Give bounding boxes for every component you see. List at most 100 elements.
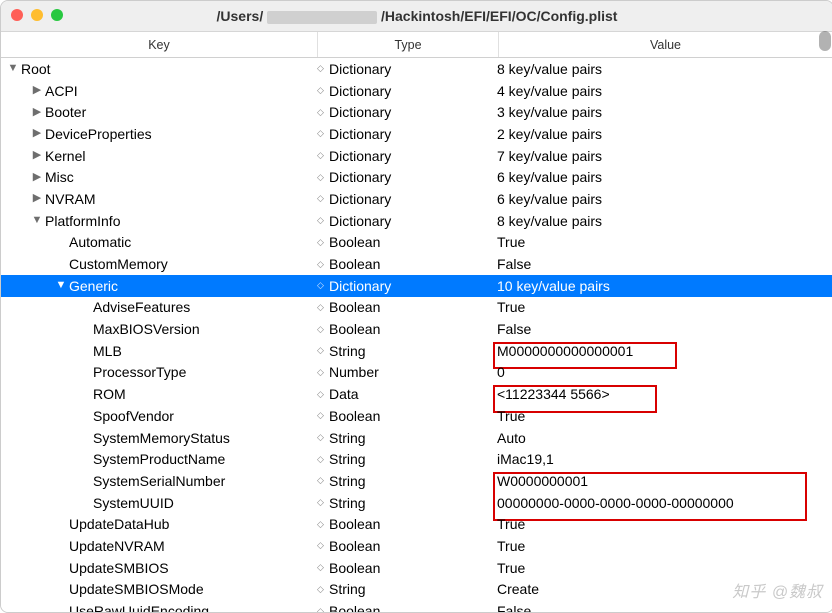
sort-icon: ◇ xyxy=(317,519,325,530)
sort-icon: ◇ xyxy=(317,302,325,313)
plist-row[interactable]: ▶DeviceProperties◇Dictionary2 key/value … xyxy=(1,123,832,145)
plist-row[interactable]: UpdateNVRAM◇BooleanTrue xyxy=(1,535,832,557)
type-label: Boolean xyxy=(329,321,380,337)
plist-row[interactable]: MLB◇StringM0000000000000001 xyxy=(1,340,832,362)
plist-tree[interactable]: ▼Root◇Dictionary8 key/value pairs▶ACPI◇D… xyxy=(1,58,832,612)
type-label: String xyxy=(329,473,366,489)
plist-row[interactable]: SystemProductName◇StringiMac19,1 xyxy=(1,448,832,470)
value-label: False xyxy=(497,321,531,337)
plist-row[interactable]: SystemUUID◇String00000000-0000-0000-0000… xyxy=(1,492,832,514)
type-label: Dictionary xyxy=(329,169,391,185)
close-icon[interactable] xyxy=(11,9,23,21)
plist-row[interactable]: ▼Root◇Dictionary8 key/value pairs xyxy=(1,58,832,80)
type-label: String xyxy=(329,343,366,359)
sort-icon: ◇ xyxy=(317,63,325,74)
type-label: Dictionary xyxy=(329,83,391,99)
plist-row[interactable]: MaxBIOSVersion◇BooleanFalse xyxy=(1,318,832,340)
plist-row[interactable]: UpdateDataHub◇BooleanTrue xyxy=(1,513,832,535)
value-label: <11223344 5566> xyxy=(497,386,610,402)
chevron-down-icon[interactable]: ▼ xyxy=(55,279,67,291)
type-label: Boolean xyxy=(329,299,380,315)
plist-row[interactable]: UseRawUuidEncoding◇BooleanFalse xyxy=(1,600,832,612)
traffic-lights xyxy=(11,9,63,21)
zoom-icon[interactable] xyxy=(51,9,63,21)
plist-row[interactable]: SystemMemoryStatus◇StringAuto xyxy=(1,427,832,449)
chevron-down-icon[interactable]: ▼ xyxy=(7,62,19,74)
plist-row[interactable]: Automatic◇BooleanTrue xyxy=(1,232,832,254)
sort-icon: ◇ xyxy=(317,432,325,443)
type-label: Dictionary xyxy=(329,213,391,229)
key-label: ProcessorType xyxy=(93,364,186,380)
chevron-right-icon[interactable]: ▶ xyxy=(31,191,43,204)
chevron-right-icon[interactable]: ▶ xyxy=(31,170,43,183)
column-header-value[interactable]: Value xyxy=(499,32,832,57)
plist-row[interactable]: ProcessorType◇Number0 xyxy=(1,362,832,384)
plist-row[interactable]: ▶ACPI◇Dictionary4 key/value pairs xyxy=(1,80,832,102)
chevron-right-icon[interactable]: ▶ xyxy=(31,105,43,118)
value-label: True xyxy=(497,408,525,424)
key-label: SystemSerialNumber xyxy=(93,473,225,489)
key-label: SystemMemoryStatus xyxy=(93,430,230,446)
plist-row[interactable]: SpoofVendor◇BooleanTrue xyxy=(1,405,832,427)
plist-row[interactable]: ▶Kernel◇Dictionary7 key/value pairs xyxy=(1,145,832,167)
type-label: Dictionary xyxy=(329,126,391,142)
type-label: Boolean xyxy=(329,516,380,532)
chevron-right-icon[interactable]: ▶ xyxy=(31,148,43,161)
sort-icon: ◇ xyxy=(317,215,325,226)
column-header-type[interactable]: Type xyxy=(318,32,499,57)
value-label: 6 key/value pairs xyxy=(497,169,602,185)
sort-icon: ◇ xyxy=(317,280,325,291)
type-label: Boolean xyxy=(329,408,380,424)
plist-row[interactable]: UpdateSMBIOSMode◇StringCreate xyxy=(1,579,832,601)
type-label: String xyxy=(329,430,366,446)
value-label: 0 xyxy=(497,364,505,380)
key-label: AdviseFeatures xyxy=(93,299,190,315)
minimize-icon[interactable] xyxy=(31,9,43,21)
plist-row[interactable]: ▶Booter◇Dictionary3 key/value pairs xyxy=(1,101,832,123)
value-label: True xyxy=(497,516,525,532)
plist-row[interactable]: AdviseFeatures ◇ Boolean True xyxy=(1,297,832,319)
plist-row[interactable]: CustomMemory◇BooleanFalse xyxy=(1,253,832,275)
column-header-key[interactable]: Key xyxy=(1,32,318,57)
sort-icon: ◇ xyxy=(317,454,325,465)
value-label: M0000000000000001 xyxy=(497,343,633,359)
chevron-right-icon[interactable]: ▶ xyxy=(31,83,43,96)
plist-row[interactable]: ▼PlatformInfo◇Dictionary8 key/value pair… xyxy=(1,210,832,232)
type-label: Boolean xyxy=(329,234,380,250)
type-label: String xyxy=(329,581,366,597)
plist-row[interactable]: ▶NVRAM◇Dictionary6 key/value pairs xyxy=(1,188,832,210)
sort-icon: ◇ xyxy=(317,410,325,421)
sort-icon: ◇ xyxy=(317,107,325,118)
value-label: W0000000001 xyxy=(497,473,588,489)
sort-icon: ◇ xyxy=(317,389,325,400)
value-label: True xyxy=(497,560,525,576)
value-label: 8 key/value pairs xyxy=(497,61,602,77)
type-label: Dictionary xyxy=(329,278,391,294)
scrollbar-thumb[interactable] xyxy=(819,31,831,51)
value-label: 8 key/value pairs xyxy=(497,213,602,229)
plist-row[interactable]: UpdateSMBIOS◇BooleanTrue xyxy=(1,557,832,579)
sort-icon: ◇ xyxy=(317,193,325,204)
plist-row[interactable]: ▶Misc◇Dictionary6 key/value pairs xyxy=(1,166,832,188)
value-label: iMac19,1 xyxy=(497,451,554,467)
sort-icon: ◇ xyxy=(317,367,325,378)
type-label: String xyxy=(329,451,366,467)
key-label: Automatic xyxy=(69,234,131,250)
sort-icon: ◇ xyxy=(317,150,325,161)
plist-row[interactable]: ROM◇Data<11223344 5566> xyxy=(1,383,832,405)
value-label: False xyxy=(497,256,531,272)
sort-icon: ◇ xyxy=(317,540,325,551)
type-label: String xyxy=(329,495,366,511)
value-label: True xyxy=(497,299,525,315)
type-label: Dictionary xyxy=(329,148,391,164)
chevron-right-icon[interactable]: ▶ xyxy=(31,126,43,139)
chevron-down-icon[interactable]: ▼ xyxy=(31,214,43,226)
plist-row[interactable]: ▼Generic◇Dictionary10 key/value pairs xyxy=(1,275,832,297)
key-label: UpdateSMBIOSMode xyxy=(69,581,204,597)
key-label: NVRAM xyxy=(45,191,96,207)
key-label: UpdateNVRAM xyxy=(69,538,165,554)
value-label: Create xyxy=(497,581,539,597)
value-label: 00000000-0000-0000-0000-00000000 xyxy=(497,495,734,511)
plist-row[interactable]: SystemSerialNumber◇StringW0000000001 xyxy=(1,470,832,492)
key-label: Generic xyxy=(69,278,118,294)
